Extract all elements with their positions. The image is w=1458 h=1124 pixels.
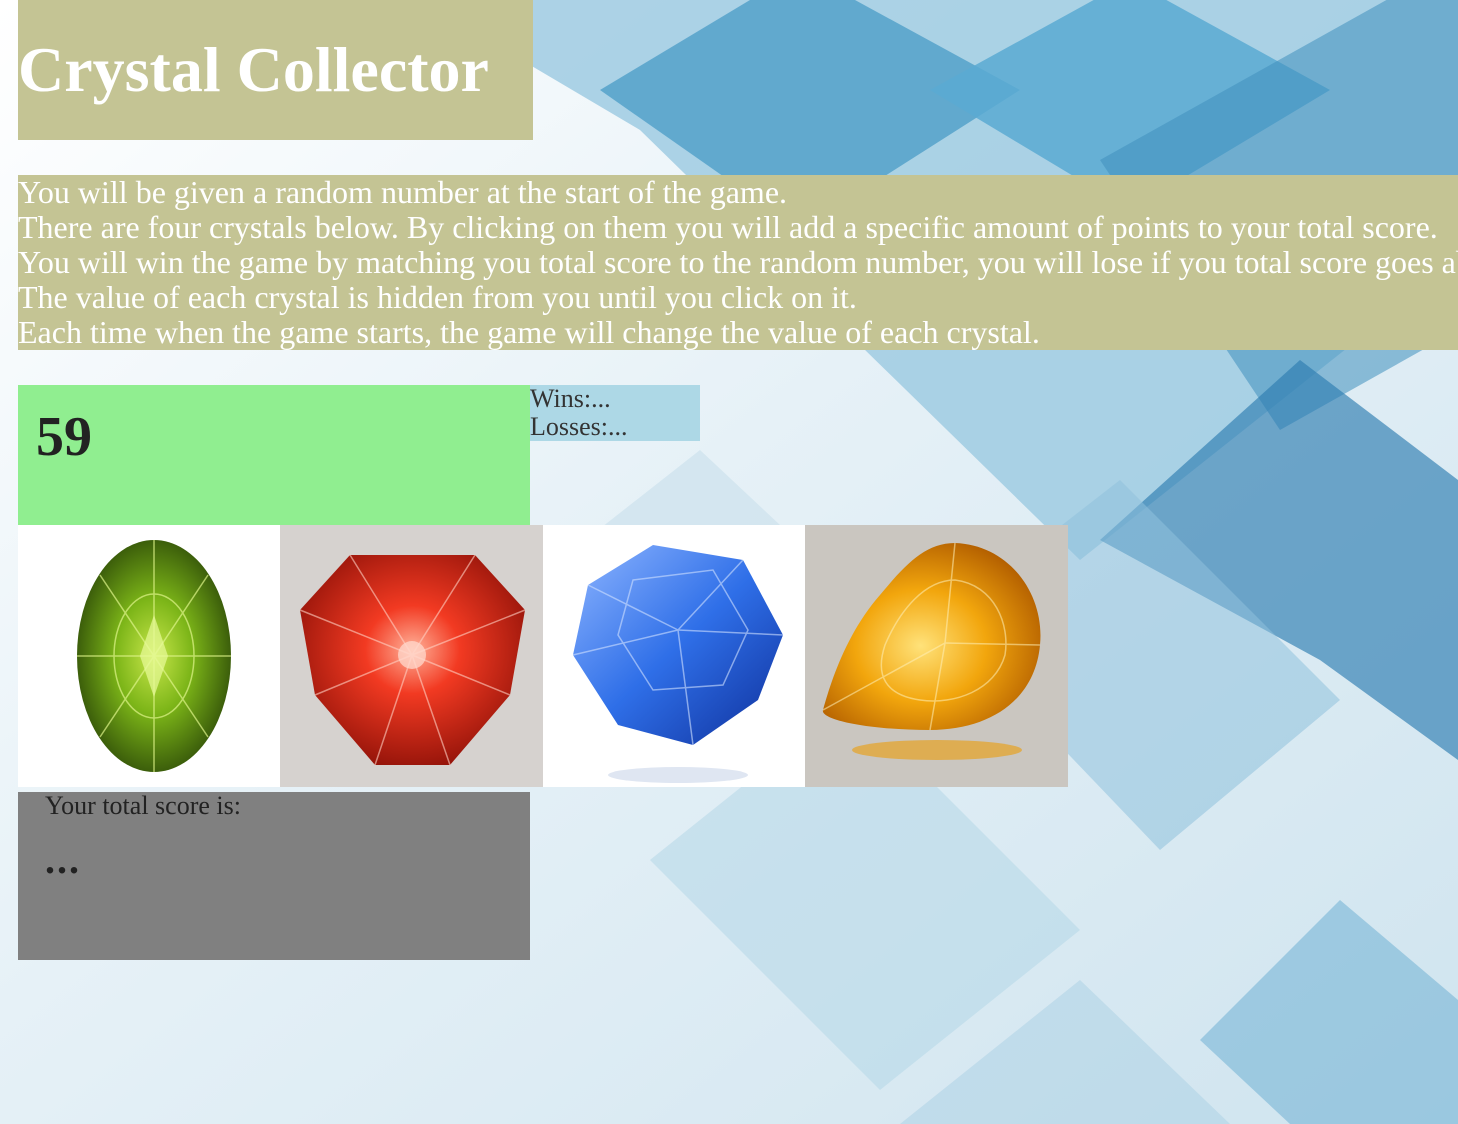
- crystal-button-green[interactable]: [18, 525, 281, 787]
- total-score-value: ...: [45, 837, 81, 882]
- instructions-panel: You will be given a random number at the…: [18, 175, 1458, 350]
- total-score-label: Your total score is:: [45, 791, 241, 820]
- instruction-line: You will be given a random number at the…: [18, 175, 788, 210]
- crystal-button-blue[interactable]: [543, 525, 806, 787]
- random-number-panel: 59: [18, 385, 530, 525]
- wins-counter: Wins:...: [530, 384, 611, 413]
- random-number: 59: [36, 406, 92, 468]
- yellow-crystal-icon: [822, 542, 1041, 760]
- green-crystal-icon: [77, 540, 231, 772]
- instruction-line: The value of each crystal is hidden from…: [18, 279, 857, 315]
- instruction-line: There are four crystals below. By clicki…: [18, 209, 1438, 245]
- red-crystal-icon: [299, 554, 526, 766]
- game-title: Crystal Collector: [18, 34, 489, 105]
- total-score-panel: Your total score is: ...: [18, 792, 530, 960]
- losses-counter: Losses:...: [530, 412, 628, 441]
- instruction-line: You will win the game by matching you to…: [18, 244, 1458, 280]
- blue-crystal-icon: [572, 545, 784, 783]
- title-banner: Crystal Collector: [18, 0, 533, 140]
- stats-panel: Wins:... Losses:...: [530, 385, 700, 441]
- instruction-line: Each time when the game starts, the game…: [18, 314, 1040, 350]
- crystal-button-red[interactable]: [280, 525, 543, 787]
- crystal-button-yellow[interactable]: [805, 525, 1068, 787]
